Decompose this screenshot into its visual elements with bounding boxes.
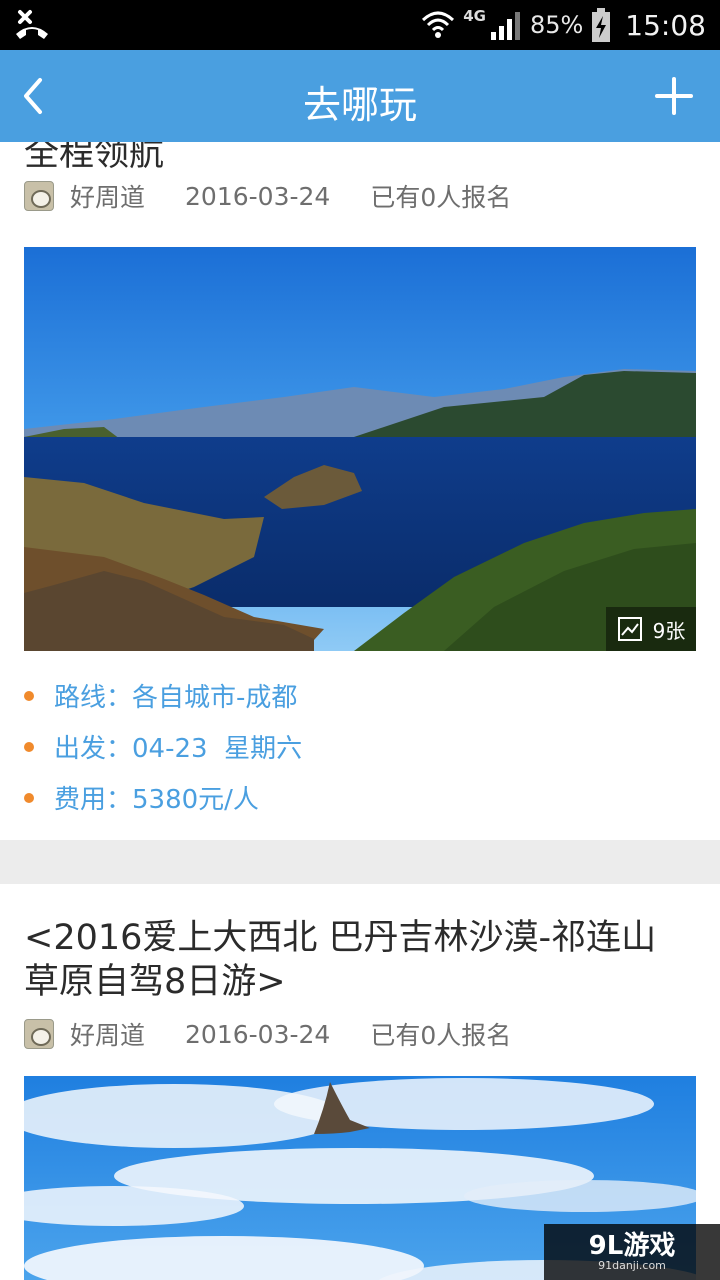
trip-title[interactable]: 全程领航 — [24, 142, 680, 176]
signup-count: 已有0人报名 — [370, 183, 512, 212]
trip-photo[interactable]: 9张 — [24, 247, 696, 651]
bullet-dot — [24, 741, 34, 752]
lake-landscape-image — [24, 247, 696, 651]
organizer-avatar — [24, 181, 54, 211]
trip-card[interactable]: 全程领航 好周道 2016-03-24 已有0人报名 9张 路线：各自城市-成都… — [0, 142, 720, 840]
trip-info: 路线：各自城市-成都 出发：04-23 星期六 费用：5380元/人 — [24, 670, 302, 823]
photo-count-badge: 9张 — [606, 607, 696, 651]
trip-title[interactable]: <2016爱上大西北 巴丹吉林沙漠-祁连山草原自驾8日游> — [24, 916, 680, 1004]
cost-text: 费用：5380元/人 — [54, 785, 259, 815]
battery-percent: 85% — [529, 11, 584, 39]
signup-count: 已有0人报名 — [370, 1021, 512, 1050]
status-bar: 4G 85% 15:08 — [0, 0, 720, 50]
departure-row: 出发：04-23 星期六 — [24, 721, 302, 772]
gallery-icon — [617, 617, 642, 641]
network-type: 4G — [463, 7, 486, 25]
trip-list[interactable]: 全程领航 好周道 2016-03-24 已有0人报名 9张 路线：各自城市-成都… — [0, 142, 720, 1280]
add-icon[interactable] — [654, 76, 694, 116]
bullet-dot — [24, 690, 34, 701]
departure-text: 出发：04-23 星期六 — [54, 734, 303, 764]
organizer-name: 好周道 — [70, 1021, 146, 1050]
bullet-dot — [24, 792, 34, 803]
organizer-name: 好周道 — [70, 183, 146, 212]
cost-row: 费用：5380元/人 — [24, 772, 302, 823]
trip-meta: 好周道 2016-03-24 已有0人报名 — [24, 180, 511, 212]
watermark-logo: 9L游戏 — [588, 1231, 676, 1261]
trip-meta: 好周道 2016-03-24 已有0人报名 — [24, 1018, 511, 1050]
organizer-avatar — [24, 1019, 54, 1049]
page-title: 去哪玩 — [302, 83, 417, 127]
clock: 15:08 — [625, 8, 706, 42]
watermark-url: 91danji.com — [598, 1259, 666, 1272]
photo-count: 9张 — [652, 618, 686, 643]
battery-charging-icon — [592, 8, 611, 42]
wifi-icon — [422, 11, 455, 38]
route-text: 路线：各自城市-成都 — [54, 683, 298, 713]
post-date: 2016-03-24 — [185, 181, 331, 211]
app-header: 去哪玩 — [0, 50, 720, 142]
site-watermark: 9L游戏 91danji.com — [544, 1224, 720, 1280]
trip-card[interactable]: <2016爱上大西北 巴丹吉林沙漠-祁连山草原自驾8日游> 好周道 2016-0… — [0, 884, 720, 1280]
missed-call-icon — [16, 10, 48, 39]
route-row: 路线：各自城市-成都 — [24, 670, 302, 721]
post-date: 2016-03-24 — [185, 1019, 331, 1049]
signal-icon — [490, 12, 520, 40]
